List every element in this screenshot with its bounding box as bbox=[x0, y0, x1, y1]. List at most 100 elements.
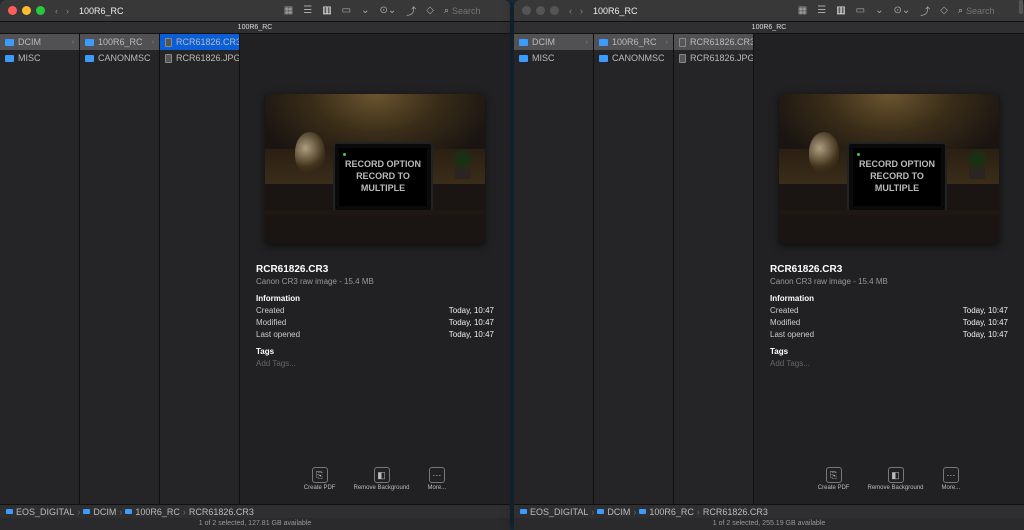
back-button[interactable]: ‹ bbox=[55, 6, 58, 16]
path-segment[interactable]: 100R6_RC bbox=[135, 507, 180, 517]
tablet-object: RECORD OPTIONRECORD TOMULTIPLE bbox=[847, 142, 947, 212]
window-controls bbox=[8, 6, 45, 15]
view-gallery-icon[interactable]: ▭ bbox=[856, 5, 865, 16]
folder-canonmsc[interactable]: CANONMSC bbox=[594, 50, 673, 66]
more-action[interactable]: ⋯More... bbox=[428, 467, 447, 491]
more-icon: ⋯ bbox=[429, 467, 445, 483]
more-icon: ⋯ bbox=[943, 467, 959, 483]
column-3: RCR61826.CR3 RCR61826.JPG bbox=[160, 34, 240, 504]
search-field[interactable]: ⌕ bbox=[444, 5, 502, 16]
tags-input[interactable]: Add Tags... bbox=[256, 359, 494, 368]
tags-heading: Tags bbox=[770, 347, 1008, 356]
view-list-icon[interactable]: ☰ bbox=[303, 5, 312, 16]
folder-dcim[interactable]: DCIM› bbox=[514, 34, 593, 50]
column-2: 100R6_RC› CANONMSC bbox=[80, 34, 160, 504]
group-menu[interactable]: ⌄ bbox=[361, 5, 369, 16]
zoom-button[interactable] bbox=[36, 6, 45, 15]
close-button[interactable] bbox=[522, 6, 531, 15]
tags-button[interactable]: ◇ bbox=[940, 5, 948, 16]
folder-dcim[interactable]: DCIM› bbox=[0, 34, 79, 50]
tags-input[interactable]: Add Tags... bbox=[770, 359, 1008, 368]
folder-icon bbox=[5, 55, 14, 62]
view-gallery-icon[interactable]: ▭ bbox=[342, 5, 351, 16]
pdf-icon: ⎘ bbox=[826, 467, 842, 483]
share-button[interactable]: ⤴ bbox=[920, 3, 930, 18]
view-column-icon[interactable]: ▥ bbox=[322, 5, 331, 16]
action-menu[interactable]: ⊙⌄ bbox=[893, 5, 910, 16]
path-segment[interactable]: RCR61826.CR3 bbox=[189, 507, 254, 517]
path-segment[interactable]: RCR61826.CR3 bbox=[703, 507, 768, 517]
column-view: DCIM› MISC 100R6_RC› CANONMSC RCR61826.C… bbox=[0, 34, 510, 504]
remove-bg-action[interactable]: ◧Remove Background bbox=[353, 467, 409, 491]
search-field[interactable]: ⌕ bbox=[958, 5, 1016, 16]
back-button[interactable]: ‹ bbox=[569, 6, 572, 16]
forward-button[interactable]: › bbox=[66, 6, 69, 16]
file-jpg[interactable]: RCR61826.JPG bbox=[674, 50, 753, 66]
file-jpg[interactable]: RCR61826.JPG bbox=[160, 50, 239, 66]
folder-misc[interactable]: MISC bbox=[514, 50, 593, 66]
file-cr3[interactable]: RCR61826.CR3 bbox=[160, 34, 239, 50]
chevron-right-icon: › bbox=[586, 39, 588, 46]
column-header: 100R6_RC bbox=[0, 22, 510, 34]
info-heading: Information bbox=[256, 294, 494, 303]
search-input[interactable] bbox=[452, 6, 502, 16]
finder-window-left: ‹ › 100R6_RC ▦ ☰ ▥ ▭ ⌄ ⊙⌄ ⤴ ◇ ⌕ 100R6_RC… bbox=[0, 0, 510, 530]
create-pdf-action[interactable]: ⎘Create PDF bbox=[304, 467, 336, 491]
lamp-object bbox=[295, 132, 325, 172]
tags-button[interactable]: ◇ bbox=[426, 5, 434, 16]
share-button[interactable]: ⤴ bbox=[406, 3, 416, 18]
column-view: DCIM› MISC 100R6_RC› CANONMSC RCR61826.C… bbox=[514, 34, 1024, 504]
folder-icon bbox=[85, 55, 94, 62]
folder-icon bbox=[519, 55, 528, 62]
column-2: 100R6_RC› CANONMSC bbox=[594, 34, 674, 504]
view-icon-icon[interactable]: ▦ bbox=[284, 5, 293, 16]
status-bar: 1 of 2 selected, 255.19 GB available bbox=[514, 518, 1024, 530]
file-name: RCR61826.CR3 bbox=[256, 264, 494, 275]
view-column-icon[interactable]: ▥ bbox=[836, 5, 845, 16]
preview-thumbnail[interactable]: RECORD OPTIONRECORD TOMULTIPLE bbox=[779, 94, 999, 244]
path-segment[interactable]: EOS_DIGITAL bbox=[16, 507, 74, 517]
file-kind-size: Canon CR3 raw image - 15.4 MB bbox=[256, 277, 494, 286]
chevron-right-icon: › bbox=[72, 39, 74, 46]
info-heading: Information bbox=[770, 294, 1008, 303]
minimize-button[interactable] bbox=[536, 6, 545, 15]
path-segment[interactable]: DCIM bbox=[607, 507, 630, 517]
minimize-button[interactable] bbox=[22, 6, 31, 15]
plant-object bbox=[963, 149, 991, 179]
titlebar: ‹ › 100R6_RC ▦ ☰ ▥ ▭ ⌄ ⊙⌄ ⤴ ◇ ⌕ bbox=[0, 0, 510, 22]
zoom-button[interactable] bbox=[550, 6, 559, 15]
path-bar: EOS_DIGITAL ›DCIM ›100R6_RC ›RCR61826.CR… bbox=[0, 504, 510, 518]
column-1: DCIM› MISC bbox=[514, 34, 594, 504]
folder-100r6[interactable]: 100R6_RC› bbox=[80, 34, 159, 50]
path-segment[interactable]: EOS_DIGITAL bbox=[530, 507, 588, 517]
remove-bg-action[interactable]: ◧Remove Background bbox=[867, 467, 923, 491]
forward-button[interactable]: › bbox=[580, 6, 583, 16]
toolbar: ▦ ☰ ▥ ▭ ⌄ ⊙⌄ ⤴ ◇ ⌕ bbox=[284, 3, 502, 18]
window-title: 100R6_RC bbox=[79, 6, 124, 16]
folder-canonmsc[interactable]: CANONMSC bbox=[80, 50, 159, 66]
group-menu[interactable]: ⌄ bbox=[875, 5, 883, 16]
action-menu[interactable]: ⊙⌄ bbox=[379, 5, 396, 16]
file-kind-size: Canon CR3 raw image - 15.4 MB bbox=[770, 277, 1008, 286]
folder-100r6[interactable]: 100R6_RC› bbox=[594, 34, 673, 50]
folder-misc[interactable]: MISC bbox=[0, 50, 79, 66]
preview-thumbnail[interactable]: RECORD OPTIONRECORD TOMULTIPLE bbox=[265, 94, 485, 244]
close-button[interactable] bbox=[8, 6, 17, 15]
path-bar: EOS_DIGITAL ›DCIM ›100R6_RC ›RCR61826.CR… bbox=[514, 504, 1024, 518]
window-controls bbox=[522, 6, 559, 15]
file-metadata: RCR61826.CR3 Canon CR3 raw image - 15.4 … bbox=[766, 264, 1012, 368]
more-action[interactable]: ⋯More... bbox=[942, 467, 961, 491]
folder-icon bbox=[599, 55, 608, 62]
search-icon: ⌕ bbox=[958, 5, 963, 16]
path-segment[interactable]: DCIM bbox=[93, 507, 116, 517]
path-segment[interactable]: 100R6_RC bbox=[649, 507, 694, 517]
nav-buttons: ‹ › bbox=[569, 6, 583, 16]
file-cr3[interactable]: RCR61826.CR3 bbox=[674, 34, 753, 50]
view-icon-icon[interactable]: ▦ bbox=[798, 5, 807, 16]
file-name: RCR61826.CR3 bbox=[770, 264, 1008, 275]
search-input[interactable] bbox=[966, 6, 1016, 16]
view-list-icon[interactable]: ☰ bbox=[817, 5, 826, 16]
file-icon bbox=[165, 54, 172, 63]
status-bar: 1 of 2 selected, 127.81 GB available bbox=[0, 518, 510, 530]
create-pdf-action[interactable]: ⎘Create PDF bbox=[818, 467, 850, 491]
